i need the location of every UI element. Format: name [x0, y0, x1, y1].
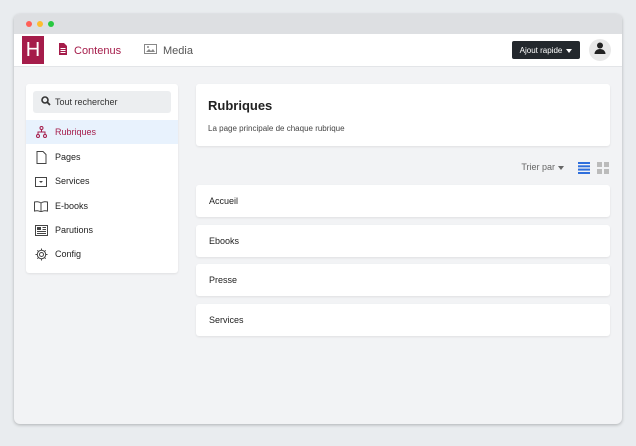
image-icon: [144, 44, 157, 57]
quick-add-button[interactable]: Ajout rapide: [512, 41, 580, 59]
sort-toolbar: Trier par: [196, 160, 610, 176]
sidebar-item-ebooks[interactable]: E-books: [26, 194, 178, 218]
caret-down-icon: [566, 46, 573, 55]
page-title: Rubriques: [208, 98, 273, 113]
sidebar: Tout rechercher Rubriques Pages Services: [26, 84, 178, 273]
tab-contenus[interactable]: Contenus: [58, 34, 121, 67]
sidebar-item-rubriques[interactable]: Rubriques: [26, 120, 178, 144]
tab-label: Media: [163, 44, 193, 57]
sidebar-item-services[interactable]: Services: [26, 169, 178, 193]
page-subtitle: La page principale de chaque rubrique: [208, 124, 345, 133]
app-window: H Contenus Media Ajout rapide Tout reche…: [14, 14, 622, 424]
sort-dropdown[interactable]: Trier par: [521, 162, 564, 172]
list-view-icon: [578, 161, 590, 178]
user-avatar[interactable]: [589, 39, 611, 61]
sidebar-item-label: Parutions: [55, 225, 94, 235]
sidebar-item-parutions[interactable]: Parutions: [26, 218, 178, 242]
list-item[interactable]: Accueil: [196, 185, 610, 217]
sidebar-item-label: Rubriques: [55, 127, 97, 137]
sidebar-item-label: Pages: [55, 152, 81, 162]
search-placeholder: Tout rechercher: [55, 97, 118, 107]
sidebar-item-pages[interactable]: Pages: [26, 145, 178, 169]
bag-icon: [34, 174, 48, 188]
page-icon: [34, 150, 48, 164]
maximize-window-button[interactable]: [48, 21, 54, 27]
list-view-button[interactable]: [578, 161, 590, 174]
sidebar-item-label: Services: [55, 176, 90, 186]
document-icon: [58, 43, 68, 58]
tab-label: Contenus: [74, 44, 122, 57]
sidebar-item-label: E-books: [55, 201, 89, 211]
page-header-card: Rubriques La page principale de chaque r…: [196, 84, 610, 146]
minimize-window-button[interactable]: [37, 21, 43, 27]
sidebar-item-config[interactable]: Config: [26, 242, 178, 266]
title-bar: [14, 14, 622, 34]
close-window-button[interactable]: [26, 21, 32, 27]
sort-label: Trier par: [521, 162, 555, 172]
sitemap-icon: [34, 125, 48, 139]
top-navigation: H Contenus Media Ajout rapide: [14, 34, 622, 67]
newspaper-icon: [34, 223, 48, 237]
list-item[interactable]: Ebooks: [196, 225, 610, 257]
search-icon: [41, 96, 51, 108]
search-input[interactable]: Tout rechercher: [33, 91, 171, 113]
book-icon: [34, 199, 48, 213]
sidebar-item-label: Config: [55, 249, 82, 259]
grid-view-icon: [597, 161, 609, 178]
caret-down-icon: [558, 162, 564, 172]
user-icon: [593, 41, 607, 60]
tab-media[interactable]: Media: [144, 34, 193, 67]
quick-add-label: Ajout rapide: [519, 45, 563, 55]
list-item[interactable]: Services: [196, 304, 610, 336]
gear-icon: [34, 247, 48, 261]
list-item[interactable]: Presse: [196, 264, 610, 296]
app-logo[interactable]: H: [22, 36, 44, 64]
grid-view-button[interactable]: [597, 161, 609, 174]
